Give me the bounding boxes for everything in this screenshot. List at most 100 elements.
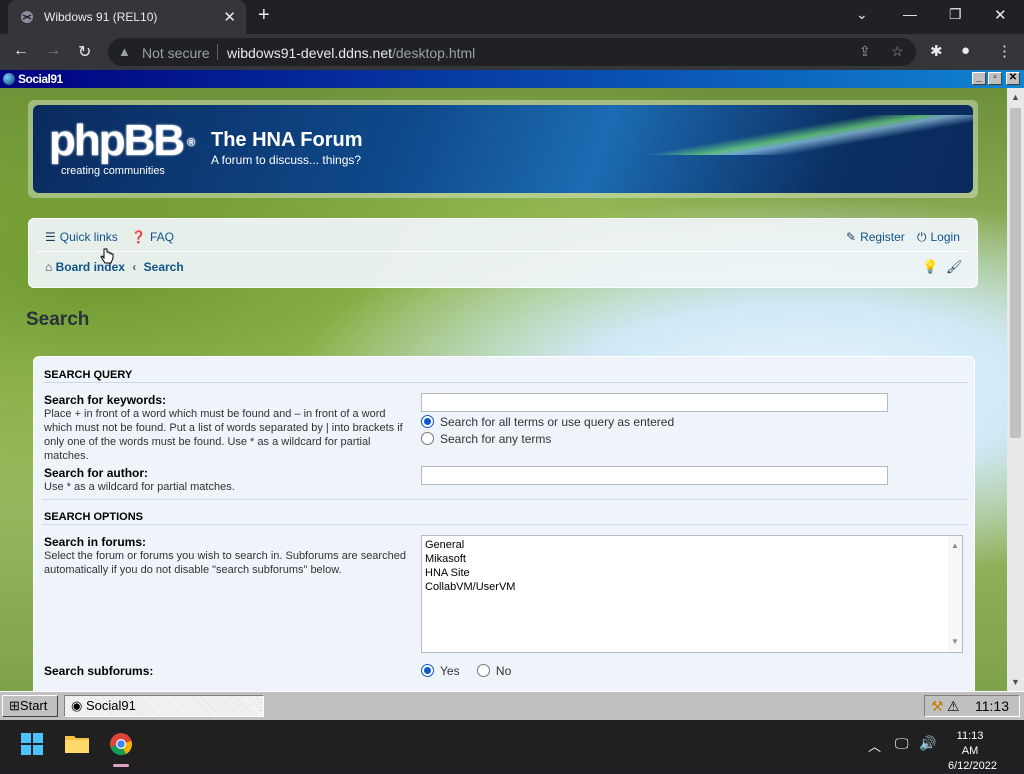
tab-title: Wibdows 91 (REL10) [44, 10, 158, 24]
keywords-label-block: Search for keywords: Place + in front of… [44, 394, 410, 463]
tab-search-chevron-icon[interactable]: ⌄ [856, 6, 868, 23]
power-icon: ⏻ [917, 230, 927, 244]
quick-links-label: Quick links [59, 230, 118, 244]
forum-option[interactable]: HNA Site [425, 566, 959, 580]
window-minimize-button[interactable]: _ [972, 72, 986, 85]
tray-tool-icon[interactable]: ⚒ [931, 696, 944, 716]
tray-clock: 11:13 [975, 698, 1009, 714]
subforums-yes-radio[interactable] [421, 664, 434, 677]
scrollbar-thumb[interactable] [1010, 108, 1021, 438]
window-maximize-button[interactable]: ▫ [988, 72, 1002, 85]
window-close-button[interactable]: ✕ [1006, 72, 1020, 85]
terms-any-label: Search for any terms [440, 432, 552, 446]
hand-cursor-icon [100, 248, 114, 264]
edit-icon: ✎ [846, 230, 857, 244]
windows-start-icon[interactable] [21, 733, 43, 755]
search-options-heading: SEARCH OPTIONS [44, 511, 144, 523]
show-hidden-icons-chevron-icon[interactable]: ︿ [868, 736, 881, 755]
scroll-down-arrow-icon[interactable]: ▼ [951, 635, 959, 649]
share-icon[interactable]: ⇪ [859, 43, 871, 60]
scroll-up-icon[interactable]: ▲ [1011, 92, 1020, 102]
chrome-icon[interactable] [109, 732, 133, 756]
subforums-no-radio[interactable] [476, 664, 490, 677]
logo-tagline: creating communities [61, 165, 165, 177]
win9x-taskbar: ⊞Start ◉ Social91 ⚒ ⚠ 11:13 [0, 691, 1024, 720]
globe-icon [3, 73, 15, 85]
search-query-heading: SEARCH QUERY [44, 369, 133, 381]
host-time: 11:13 AM [956, 730, 984, 757]
scroll-up-arrow-icon[interactable]: ▲ [951, 539, 959, 553]
browser-minimize-icon[interactable]: — [903, 6, 917, 22]
subforums-options: Yes No [421, 664, 511, 678]
bookmark-star-icon[interactable]: ☆ [891, 43, 904, 60]
volume-icon[interactable]: 🔊 [919, 735, 936, 752]
start-label: Start [19, 698, 48, 713]
author-label: Search for author: [44, 466, 149, 480]
not-secure-warning-icon: ▲ [118, 44, 131, 59]
breadcrumb: ⌂ Board index ‹ Search [45, 260, 184, 274]
breadcrumb-separator: ‹ [132, 260, 137, 274]
keywords-label: Search for keywords: [44, 393, 167, 407]
keywords-explain: Place + in front of a word which must be… [44, 408, 403, 462]
taskbar-item-label: Social91 [85, 698, 136, 713]
tray-warning-icon[interactable]: ⚠ [947, 696, 960, 716]
host-date: 6/12/2022 [948, 760, 997, 772]
forums-label-block: Search in forums: Select the forum or fo… [44, 536, 410, 577]
start-logo-icon: ⊞ [9, 698, 20, 713]
forward-icon[interactable]: → [45, 42, 61, 60]
forum-description: A forum to discuss... things? [211, 153, 362, 167]
window-titlebar[interactable]: Social91 _ ▫ ✕ [0, 70, 1024, 88]
breadcrumb-board-index[interactable]: Board index [56, 260, 125, 274]
login-link[interactable]: ⏻ Login [917, 230, 960, 245]
quick-links-menu[interactable]: ☰ Quick links [45, 230, 118, 244]
register-label: Register [860, 230, 905, 244]
tab-close-icon[interactable]: ✕ [223, 8, 236, 26]
navbar-divider [37, 251, 969, 252]
browser-toolbar: ← → ↻ ▲ Not secure wibdows91-devel.ddns.… [0, 34, 1024, 70]
forums-select-list[interactable]: General Mikasoft HNA Site CollabVM/UserV… [421, 535, 963, 653]
window-title: Social91 [18, 72, 63, 86]
network-icon[interactable]: 🖵 [895, 735, 909, 752]
forum-option[interactable]: General [425, 538, 959, 552]
profile-icon[interactable]: ● [961, 42, 970, 59]
address-url[interactable]: wibdows91-devel.ddns.net/desktop.html [227, 45, 475, 61]
browser-menu-icon[interactable]: ⋮ [997, 42, 1012, 60]
forum-header: phpBB ® creating communities The HNA Foru… [28, 100, 978, 198]
terms-all-option[interactable]: Search for all terms or use query as ent… [421, 415, 674, 429]
browser-restore-icon[interactable]: ❐ [949, 6, 962, 23]
scroll-down-icon[interactable]: ▼ [1011, 677, 1020, 687]
faq-label: FAQ [149, 230, 174, 244]
subforums-label-block: Search subforums: [44, 665, 410, 678]
lightbulb-icon[interactable]: 💡 [922, 259, 938, 275]
browser-tab[interactable]: Wibdows 91 (REL10) ✕ [8, 0, 246, 34]
system-tray: ⚒ ⚠ 11:13 [924, 695, 1020, 717]
breadcrumb-search[interactable]: Search [144, 260, 184, 274]
terms-any-radio[interactable] [421, 432, 434, 445]
forum-option[interactable]: Mikasoft [425, 552, 959, 566]
paintbrush-icon[interactable]: 🖌 [946, 259, 963, 275]
address-bar[interactable]: ▲ Not secure wibdows91-devel.ddns.net/de… [108, 38, 916, 66]
social91-window: Social91 _ ▫ ✕ phpBB ® creating communiti… [0, 70, 1024, 691]
terms-all-radio[interactable] [421, 415, 434, 428]
file-explorer-icon[interactable] [65, 733, 89, 753]
browser-tab-strip: Wibdows 91 (REL10) ✕ + ⌄ — ❐ ✕ [0, 0, 1024, 34]
reload-icon[interactable]: ↻ [78, 42, 91, 62]
extensions-icon[interactable]: ✱ [930, 42, 943, 60]
taskbar-item-social91[interactable]: ◉ Social91 [64, 695, 264, 717]
forum-option[interactable]: CollabVM/UserVM [425, 580, 959, 594]
select-scrollbar[interactable]: ▲ ▼ [948, 536, 962, 652]
terms-any-option[interactable]: Search for any terms [421, 432, 551, 446]
start-button[interactable]: ⊞Start [2, 695, 58, 717]
author-input[interactable] [421, 466, 888, 485]
security-label: Not secure [142, 45, 210, 61]
window-scrollbar[interactable]: ▲ ▼ [1007, 88, 1024, 691]
back-icon[interactable]: ← [13, 42, 29, 60]
phpbb-logo[interactable]: phpBB ® [49, 119, 195, 163]
register-link[interactable]: ✎ Register [846, 230, 905, 244]
new-tab-icon[interactable]: + [258, 4, 270, 27]
host-clock[interactable]: 11:13 AM 6/12/2022 [948, 729, 997, 774]
keywords-input[interactable] [421, 393, 888, 412]
faq-link[interactable]: ❓ FAQ [131, 230, 174, 244]
page-title: Search [26, 309, 90, 330]
browser-close-icon[interactable]: ✕ [994, 6, 1007, 24]
